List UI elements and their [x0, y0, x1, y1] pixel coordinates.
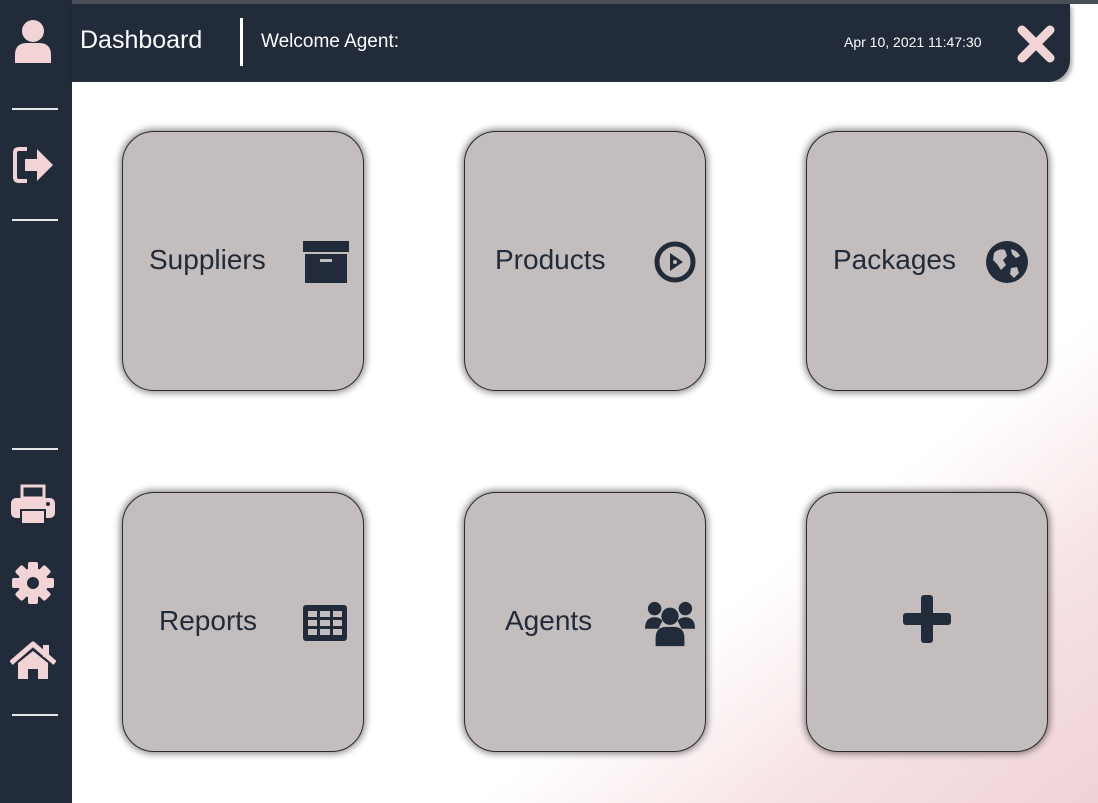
page-title: Dashboard: [80, 26, 203, 54]
header-bar: Dashboard Welcome Agent: Apr 10, 2021 11…: [72, 4, 1070, 82]
compass-icon: [650, 239, 700, 285]
add-tile[interactable]: [806, 492, 1048, 752]
close-icon[interactable]: [1016, 24, 1056, 64]
sidebar-divider: [12, 219, 58, 221]
reports-tile[interactable]: Reports: [122, 492, 364, 752]
suppliers-tile[interactable]: Suppliers: [122, 131, 364, 391]
tile-label: Packages: [833, 244, 956, 275]
welcome-label: Welcome Agent:: [261, 31, 400, 52]
sign-out-icon[interactable]: [10, 142, 56, 188]
gear-icon[interactable]: [10, 560, 56, 606]
tile-label: Suppliers: [149, 244, 266, 275]
users-icon: [645, 600, 695, 647]
table-grid-icon: [300, 600, 350, 646]
agents-tile[interactable]: Agents: [464, 492, 706, 752]
plus-icon: [902, 595, 952, 643]
sidebar: [0, 0, 72, 803]
user-icon[interactable]: [10, 18, 56, 64]
sidebar-divider: [12, 714, 58, 716]
printer-icon[interactable]: [10, 482, 56, 528]
products-tile[interactable]: Products: [464, 131, 706, 391]
content-area: Suppliers Products Packages Reports Agen…: [72, 82, 1098, 803]
archive-box-icon: [301, 239, 351, 285]
tile-label: Reports: [159, 605, 258, 636]
header-divider: [240, 18, 243, 66]
sidebar-divider: [12, 108, 58, 110]
tile-label: Agents: [505, 605, 593, 636]
sidebar-divider: [12, 448, 58, 450]
packages-tile[interactable]: Packages: [806, 131, 1048, 391]
globe-icon: [982, 239, 1032, 285]
datetime-label: Apr 10, 2021 11:47:30: [844, 34, 982, 50]
tile-label: Products: [495, 244, 606, 275]
home-icon[interactable]: [10, 638, 56, 684]
